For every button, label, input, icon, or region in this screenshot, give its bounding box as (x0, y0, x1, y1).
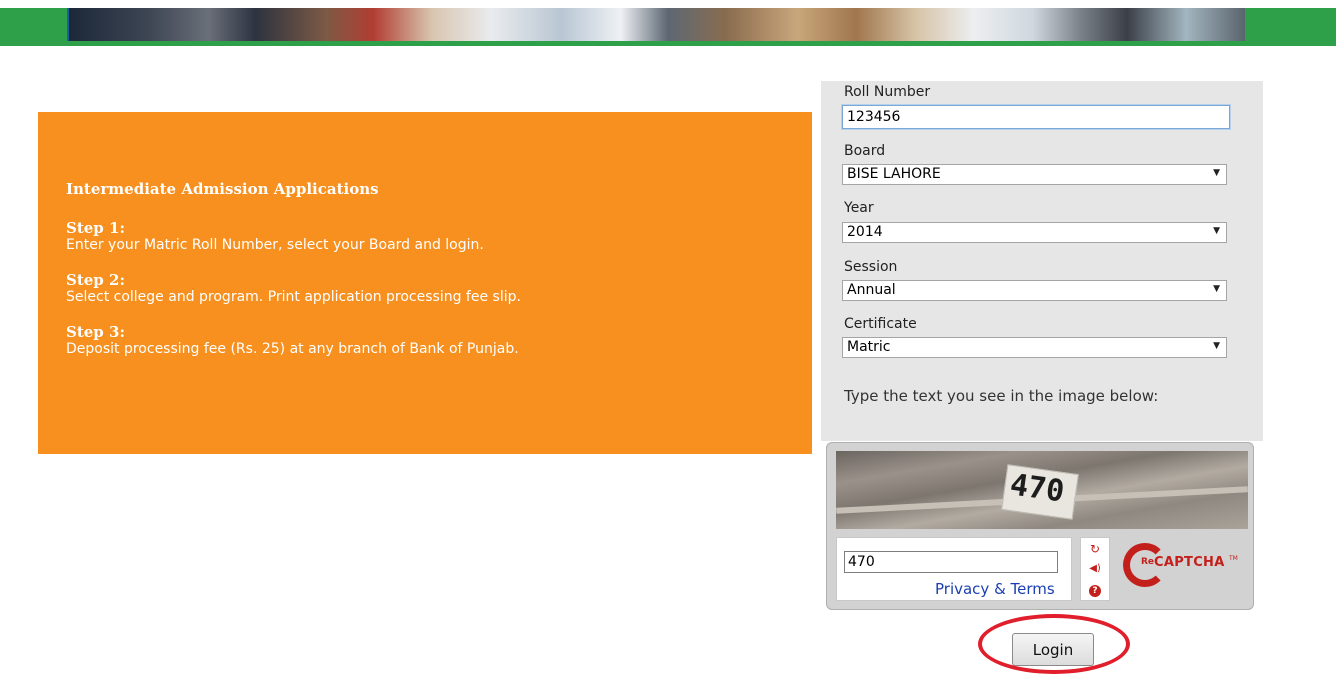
help-icon-glyph: ? (1089, 585, 1101, 597)
login-button[interactable]: Login (1012, 633, 1094, 666)
certificate-label: Certificate (844, 316, 917, 332)
audio-icon[interactable]: ◀) (1081, 559, 1109, 579)
captcha-response-box: Privacy & Terms (836, 537, 1072, 601)
instructions-panel: Intermediate Admission Applications Step… (38, 112, 812, 454)
board-label: Board (844, 143, 886, 159)
certificate-select[interactable]: Matric ▼ (842, 337, 1227, 358)
dropdown-arrow-icon: ▼ (1213, 341, 1220, 351)
board-select[interactable]: BISE LAHORE ▼ (842, 164, 1227, 185)
recaptcha-logo-text: CAPTCHA (1154, 555, 1225, 570)
certificate-selected-value: Matric (847, 339, 891, 355)
recaptcha-logo-tm: TM (1229, 555, 1238, 562)
session-selected-value: Annual (847, 282, 896, 298)
dropdown-arrow-icon: ▼ (1213, 226, 1220, 236)
step-2-text: Select college and program. Print applic… (66, 289, 521, 305)
roll-number-label: Roll Number (844, 84, 931, 100)
step-3-text: Deposit processing fee (Rs. 25) at any b… (66, 341, 519, 357)
captcha-input[interactable] (844, 551, 1058, 573)
step-2: Step 2: Select college and program. Prin… (66, 272, 784, 306)
board-selected-value: BISE LAHORE (847, 166, 941, 182)
step-2-heading: Step 2: (66, 271, 125, 289)
session-label: Session (844, 259, 898, 275)
captcha-tools: ↻ ◀) ? (1080, 537, 1110, 601)
session-select[interactable]: Annual ▼ (842, 280, 1227, 301)
help-icon[interactable]: ? (1081, 579, 1109, 599)
step-1-heading: Step 1: (66, 219, 125, 237)
recaptcha-widget: 470 Privacy & Terms ↻ ◀) ? Re CAPTCHA TM (826, 442, 1254, 610)
year-selected-value: 2014 (847, 224, 883, 240)
dropdown-arrow-icon: ▼ (1213, 168, 1220, 178)
roll-number-input[interactable] (841, 104, 1231, 130)
step-1: Step 1: Enter your Matric Roll Number, s… (66, 220, 784, 254)
captcha-instruction: Type the text you see in the image below… (844, 387, 1159, 405)
refresh-icon[interactable]: ↻ (1081, 539, 1109, 559)
captcha-image-text: 470 (1007, 467, 1067, 510)
step-1-text: Enter your Matric Roll Number, select yo… (66, 237, 484, 253)
banner-green-line (0, 41, 1336, 46)
dropdown-arrow-icon: ▼ (1213, 284, 1220, 294)
year-select[interactable]: 2014 ▼ (842, 222, 1227, 243)
instructions-title: Intermediate Admission Applications (66, 180, 379, 198)
recaptcha-logo-re: Re (1141, 557, 1155, 567)
step-3: Step 3: Deposit processing fee (Rs. 25) … (66, 324, 784, 358)
recaptcha-logo: Re CAPTCHA TM (1123, 543, 1243, 593)
captcha-image: 470 (836, 451, 1248, 529)
banner-image (67, 6, 1245, 41)
step-3-heading: Step 3: (66, 323, 125, 341)
privacy-terms-link[interactable]: Privacy & Terms (935, 580, 1055, 598)
banner-top-margin (0, 0, 1336, 8)
year-label: Year (844, 200, 874, 216)
